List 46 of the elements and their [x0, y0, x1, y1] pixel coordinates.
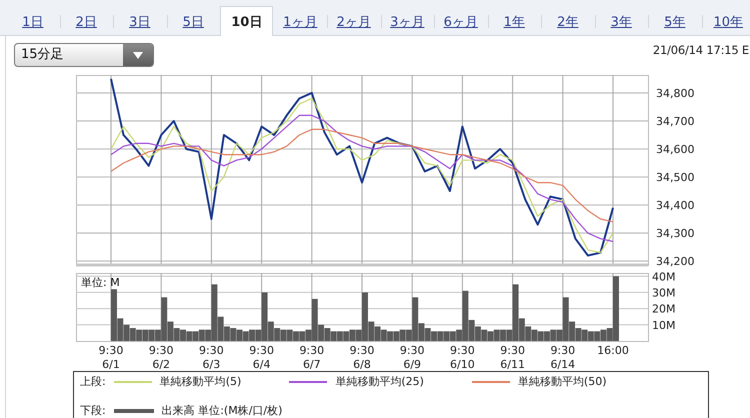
time-axis-label: 9:30 6/14: [550, 344, 576, 371]
axis-label: 40M: [652, 270, 676, 284]
legend-row-label: 下段:: [80, 403, 106, 418]
time-axis-label: 9:30 6/9: [400, 344, 425, 371]
axis-label: 34,500: [656, 171, 694, 184]
timestamp: 21/06/14 17:15 E: [652, 43, 749, 57]
legend-label: 出来高 単位:(M株/口/枚): [162, 403, 282, 418]
caret-icon: [133, 52, 143, 58]
time-axis-label: 9:30 6/10: [450, 344, 475, 371]
axis-label: 34,700: [656, 114, 694, 128]
time-axis-label: 16:00: [597, 344, 629, 357]
legend-label: 単純移動平均(5): [160, 374, 242, 389]
axis-label: 20M: [652, 302, 676, 316]
legend-row-label: 上段:: [80, 374, 106, 389]
axis-label: 34,200: [656, 255, 694, 268]
axis-label: 34,300: [656, 227, 694, 240]
period-tab[interactable]: 2ヶ月: [327, 6, 380, 36]
period-tab[interactable]: 2年: [541, 6, 594, 36]
time-axis-label: 9:30 6/11: [500, 344, 525, 371]
period-tab[interactable]: 1日: [6, 6, 60, 36]
period-tab[interactable]: 3ヶ月: [380, 6, 434, 36]
period-tab[interactable]: 3年: [594, 6, 648, 36]
period-tab[interactable]: 6ヶ月: [434, 6, 488, 36]
period-tab[interactable]: 1ヶ月: [274, 6, 327, 36]
axis-label: 34,800: [656, 86, 694, 100]
period-tab[interactable]: 5日: [166, 6, 220, 36]
time-axis-label: 9:30 6/3: [199, 344, 224, 371]
time-axis-label: 9:30 6/1: [98, 344, 124, 371]
time-axis-label: 9:30 6/7: [299, 344, 324, 371]
axis-label: 34,600: [656, 142, 694, 156]
legend-label: 単純移動平均(50): [518, 374, 606, 389]
time-axis-label: 9:30 6/8: [350, 344, 374, 371]
axis-label: 10M: [652, 318, 676, 332]
time-axis-label: 9:30 6/2: [148, 344, 174, 371]
legend-label: 単純移動平均(25): [335, 374, 424, 389]
period-tab[interactable]: 10年: [702, 6, 750, 36]
period-tab[interactable]: 1年: [488, 6, 541, 36]
axis-label: 34,400: [656, 199, 694, 212]
period-tab[interactable]: 2日: [60, 6, 113, 36]
axis-label: 30M: [652, 286, 676, 300]
period-tab[interactable]: 10日: [220, 6, 274, 36]
unit-label: 単位: M: [81, 276, 120, 289]
time-axis-label: 9:30 6/4: [249, 344, 274, 371]
interval-dropdown[interactable]: 15分足: [14, 43, 154, 67]
period-tab[interactable]: 3日: [113, 6, 166, 36]
period-tab[interactable]: 5年: [648, 6, 702, 36]
